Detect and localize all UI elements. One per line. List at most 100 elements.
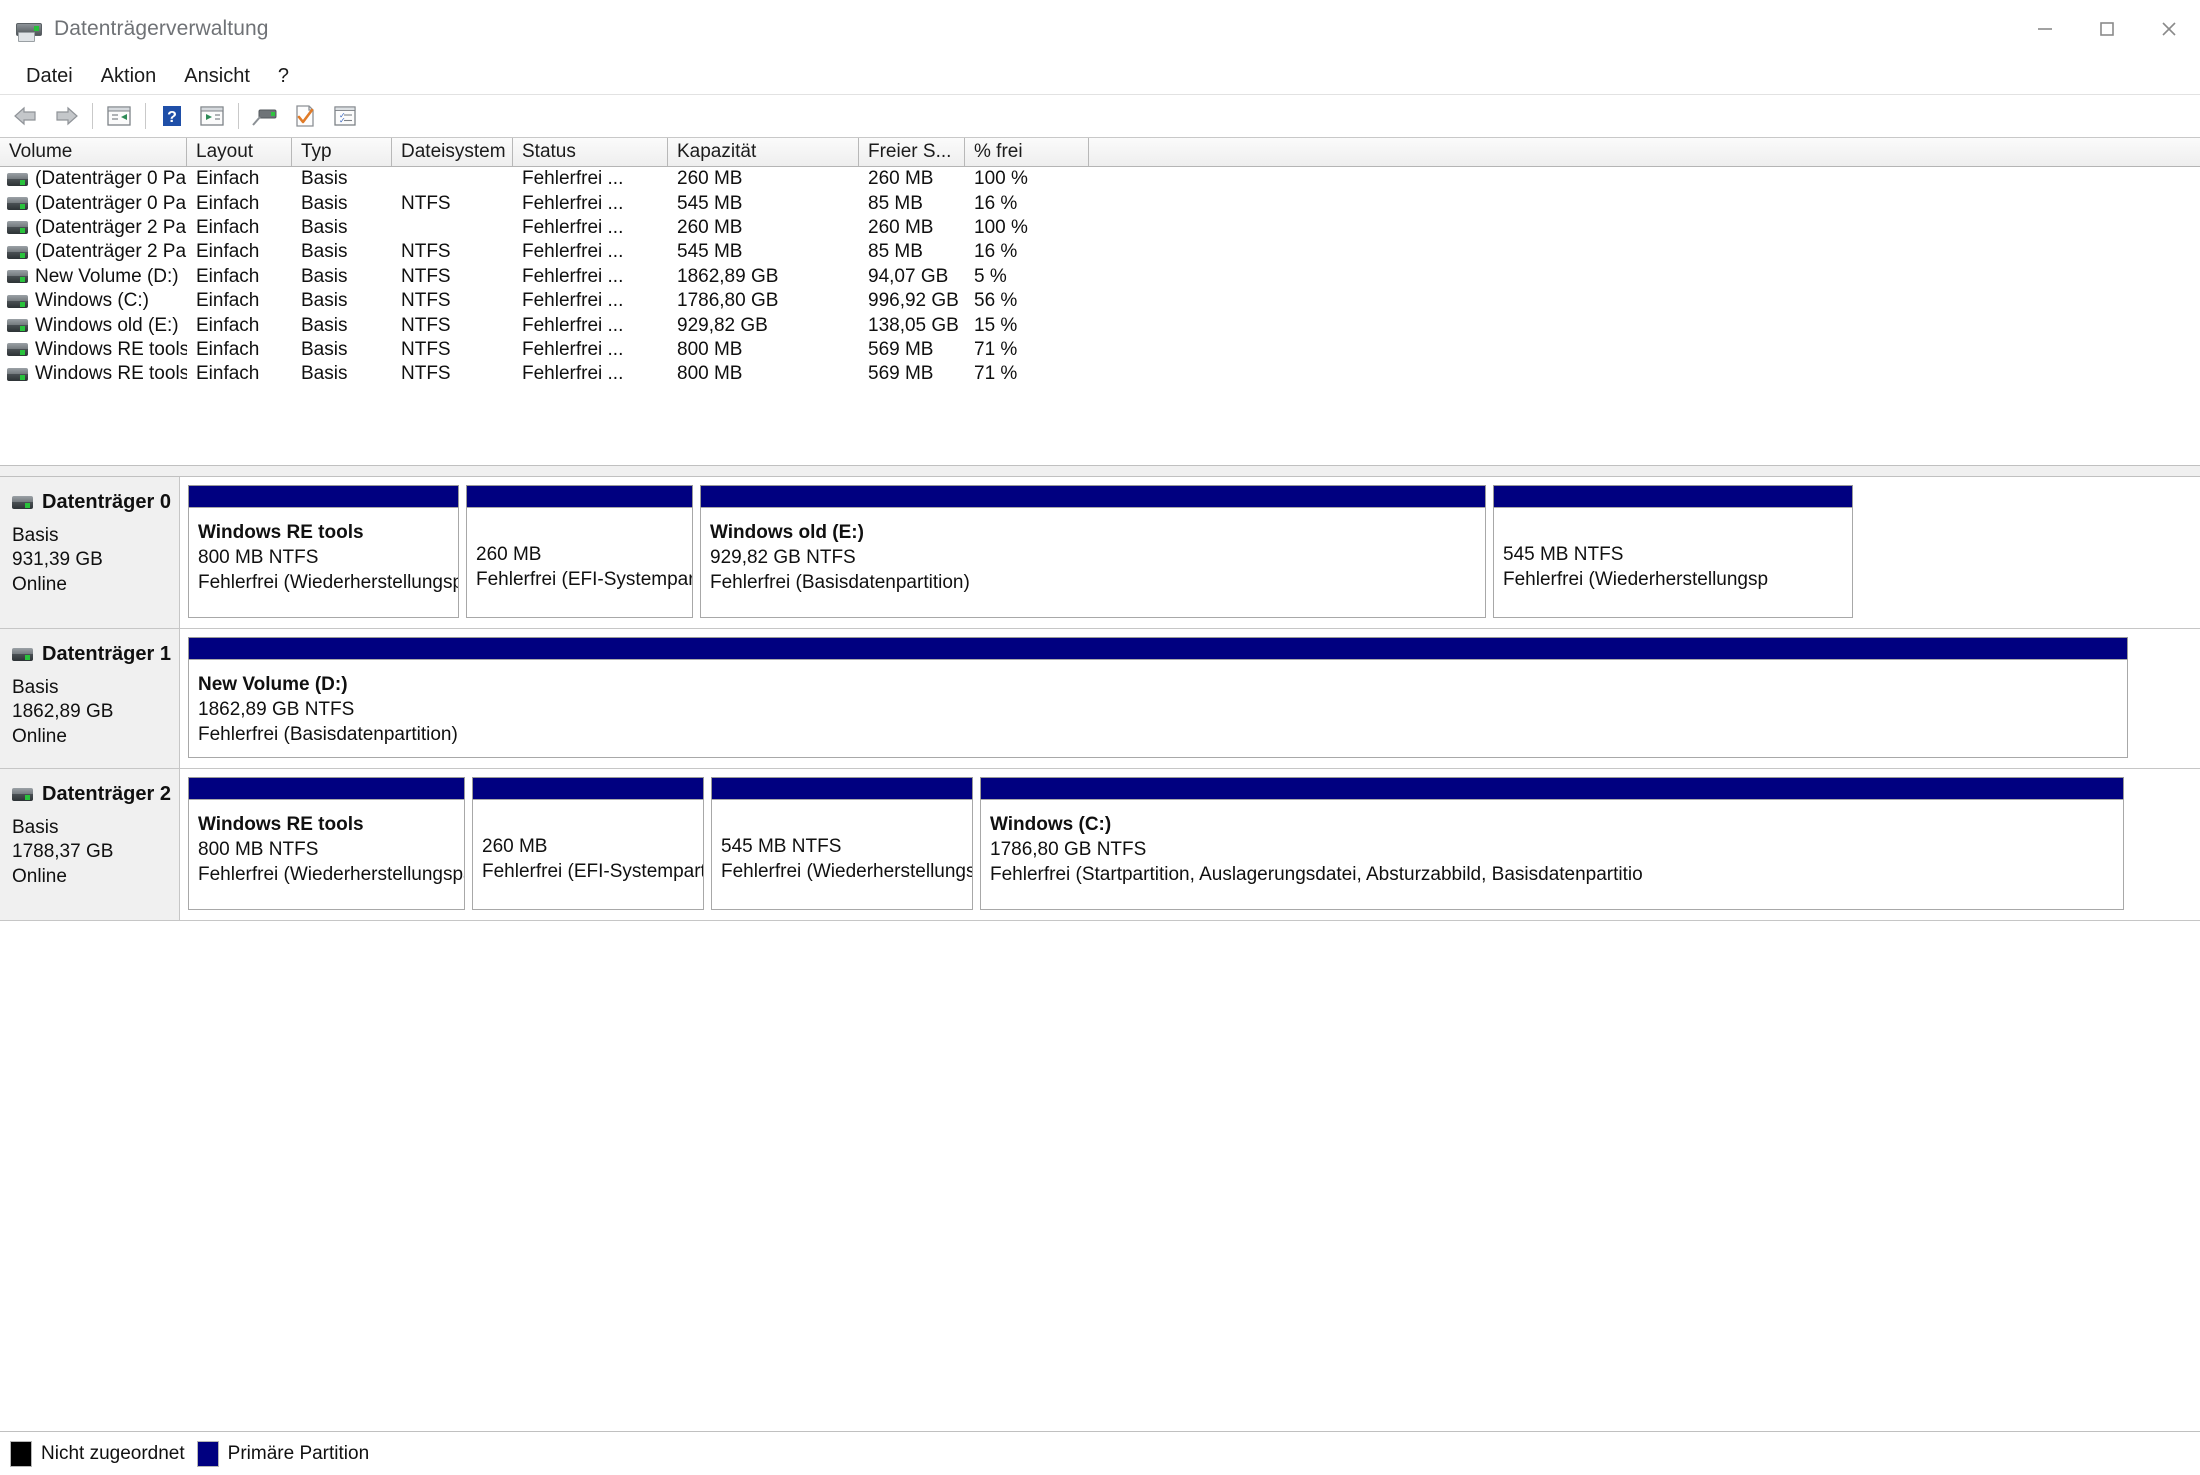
legend-unallocated-swatch	[10, 1440, 32, 1467]
partition-block[interactable]: New Volume (D:) 1862,89 GB NTFS Fehlerfrei…	[188, 636, 2128, 758]
table-row[interactable]: Windows old (E:) Einfach Basis NTFS Fehlerfr…	[0, 313, 2200, 337]
disk-info-panel[interactable]: Datenträger 2 Basis 1788,37 GB Online	[0, 768, 180, 920]
volume-list-empty-space	[0, 386, 2200, 465]
column-header-kapazit-t[interactable]: Kapazität	[668, 138, 859, 166]
partition-block[interactable]: 545 MB NTFS Fehlerfrei (Wiederherstellung…	[711, 776, 973, 910]
disk-name-label: Datenträger 0	[42, 490, 171, 513]
partition-bars: New Volume (D:) 1862,89 GB NTFS Fehlerfrei…	[180, 629, 2200, 768]
table-row[interactable]: (Datenträger 2 Par... Einfach Basis NTFS Feh…	[0, 240, 2200, 264]
show-hide-console-tree-icon[interactable]	[99, 98, 139, 134]
disk-row[interactable]: Datenträger 1 Basis 1862,89 GB Online New Vo…	[0, 628, 2200, 769]
partition-details: Windows old (E:) 929,82 GB NTFS Fehlerfrei…	[700, 506, 1486, 618]
menu-bar: Datei Aktion Ansicht ?	[0, 58, 2200, 94]
table-row[interactable]: (Datenträger 2 Par... Einfach Basis Fehlerf…	[0, 216, 2200, 240]
menu-help[interactable]: ?	[264, 63, 303, 90]
volume-name-label: Windows RE tools	[35, 338, 187, 360]
volume-name-label: Windows RE tools	[35, 363, 187, 385]
cell-frei: 85 MB	[868, 192, 923, 214]
partition-block[interactable]: Windows (C:) 1786,80 GB NTFS Fehlerfrei (S…	[980, 776, 2124, 910]
partition-size-label: 260 MB	[482, 835, 548, 857]
partition-status-label: Fehlerfrei (Basisdatenpartition)	[198, 724, 458, 746]
cell-typ: Basis	[301, 216, 348, 238]
partition-block[interactable]: Windows old (E:) 929,82 GB NTFS Fehlerfrei…	[700, 484, 1486, 618]
close-button[interactable]	[2138, 0, 2200, 58]
table-row[interactable]: Windows RE tools Einfach Basis NTFS Fehlerfr…	[0, 362, 2200, 386]
partition-bars: Windows RE tools 800 MB NTFS Fehlerfrei (W…	[180, 769, 2200, 920]
column-header-volume[interactable]: Volume	[0, 138, 187, 166]
disk-management-icon	[16, 19, 42, 42]
help-icon[interactable]: ?	[152, 98, 192, 134]
disk-name-label: Datenträger 1	[42, 642, 171, 665]
disk-icon	[12, 647, 33, 661]
partition-details: 260 MB Fehlerfrei (EFI-Systempartit	[466, 506, 693, 618]
partition-status-label: Fehlerfrei (Wiederherstellungsp	[1503, 569, 1769, 591]
disk-info-panel[interactable]: Datenträger 1 Basis 1862,89 GB Online	[0, 628, 180, 768]
cell-prozent: 71 %	[974, 338, 1018, 360]
partition-status-label: Fehlerfrei (Basisdatenpartition)	[710, 572, 970, 594]
column-header-layout[interactable]: Layout	[187, 138, 292, 166]
options-icon[interactable]: ✓ ✓	[325, 98, 365, 134]
disk-state-label: Online	[12, 866, 67, 888]
partition-status-label: Fehlerfrei (EFI-Systempartiti	[482, 861, 704, 883]
cell-frei: 260 MB	[868, 216, 934, 238]
table-row[interactable]: (Datenträger 0 Par... Einfach Basis NTFS Feh…	[0, 191, 2200, 215]
cell-prozent: 100 %	[974, 216, 1028, 238]
minimize-button[interactable]	[2014, 0, 2076, 58]
column-header-status[interactable]: Status	[513, 138, 668, 166]
table-row[interactable]: New Volume (D:) Einfach Basis NTFS Fehlerfre…	[0, 265, 2200, 289]
cell-layout: Einfach	[196, 241, 260, 263]
toolbar-separator	[92, 103, 93, 129]
disk-icon	[12, 495, 33, 509]
partition-block[interactable]: 260 MB Fehlerfrei (EFI-Systempartit	[466, 484, 693, 618]
table-row[interactable]: Windows (C:) Einfach Basis NTFS Fehlerfrei .…	[0, 289, 2200, 313]
partition-status-label: Fehlerfrei (Startpartition, Auslagerungs…	[990, 864, 1643, 886]
cell-status: Fehlerfrei ...	[522, 216, 624, 238]
partition-block[interactable]: 260 MB Fehlerfrei (EFI-Systempartiti	[472, 776, 704, 910]
menu-ansicht[interactable]: Ansicht	[170, 63, 264, 90]
menu-aktion[interactable]: Aktion	[87, 63, 171, 90]
partition-block[interactable]: Windows RE tools 800 MB NTFS Fehlerfrei (W…	[188, 776, 465, 910]
cell-volume: Windows old (E:)	[0, 315, 187, 337]
partition-name-label: Windows (C:)	[990, 813, 1112, 835]
partition-status-label: Fehlerfrei (Wiederherstellungspart	[198, 864, 465, 886]
cell-typ: Basis	[301, 265, 348, 287]
cell-layout: Einfach	[196, 290, 260, 312]
volume-icon	[7, 270, 28, 284]
table-row[interactable]: (Datenträger 0 Par... Einfach Basis Fehlerf…	[0, 167, 2200, 191]
disk-size-label: 931,39 GB	[12, 549, 103, 571]
partition-size-label: 929,82 GB NTFS	[710, 546, 856, 568]
table-row[interactable]: Windows RE tools Einfach Basis NTFS Fehlerfr…	[0, 338, 2200, 362]
volume-icon	[7, 197, 28, 211]
column-header-frei[interactable]: % frei	[965, 138, 1089, 166]
disk-row[interactable]: Datenträger 0 Basis 931,39 GB Online Windows…	[0, 476, 2200, 629]
disk-title: Datenträger 1	[12, 643, 179, 666]
disk-row[interactable]: Datenträger 2 Basis 1788,37 GB Online Window…	[0, 768, 2200, 921]
partition-status-label: Fehlerfrei (Wiederherstellungspa	[721, 861, 973, 883]
cell-volume: Windows (C:)	[0, 290, 187, 312]
forward-icon[interactable]	[46, 98, 86, 134]
cell-dateisystem: NTFS	[401, 363, 451, 385]
volume-icon	[7, 367, 28, 381]
back-icon[interactable]	[6, 98, 46, 134]
cell-volume: (Datenträger 2 Par...	[0, 217, 187, 239]
disk-info-panel[interactable]: Datenträger 0 Basis 931,39 GB Online	[0, 476, 180, 628]
cell-prozent: 71 %	[974, 363, 1018, 385]
rescan-disks-icon[interactable]	[245, 98, 285, 134]
volume-icon	[7, 172, 28, 186]
cell-layout: Einfach	[196, 216, 260, 238]
volume-icon	[7, 245, 28, 259]
pane-splitter[interactable]	[0, 464, 2200, 477]
column-header-typ[interactable]: Typ	[292, 138, 392, 166]
column-header-freier-s[interactable]: Freier S...	[859, 138, 965, 166]
menu-datei[interactable]: Datei	[12, 63, 87, 90]
show-hide-action-pane-icon[interactable]	[192, 98, 232, 134]
partition-block[interactable]: 545 MB NTFS Fehlerfrei (Wiederherstellung…	[1493, 484, 1853, 618]
disk-state-label: Online	[12, 574, 67, 596]
column-header-dateisystem[interactable]: Dateisystem	[392, 138, 513, 166]
partition-details: 545 MB NTFS Fehlerfrei (Wiederherstellung…	[711, 798, 973, 910]
cell-layout: Einfach	[196, 192, 260, 214]
partition-block[interactable]: Windows RE tools 800 MB NTFS Fehlerfrei (W…	[188, 484, 459, 618]
maximize-button[interactable]	[2076, 0, 2138, 58]
cell-volume: (Datenträger 0 Par...	[0, 168, 187, 190]
properties-icon[interactable]	[285, 98, 325, 134]
